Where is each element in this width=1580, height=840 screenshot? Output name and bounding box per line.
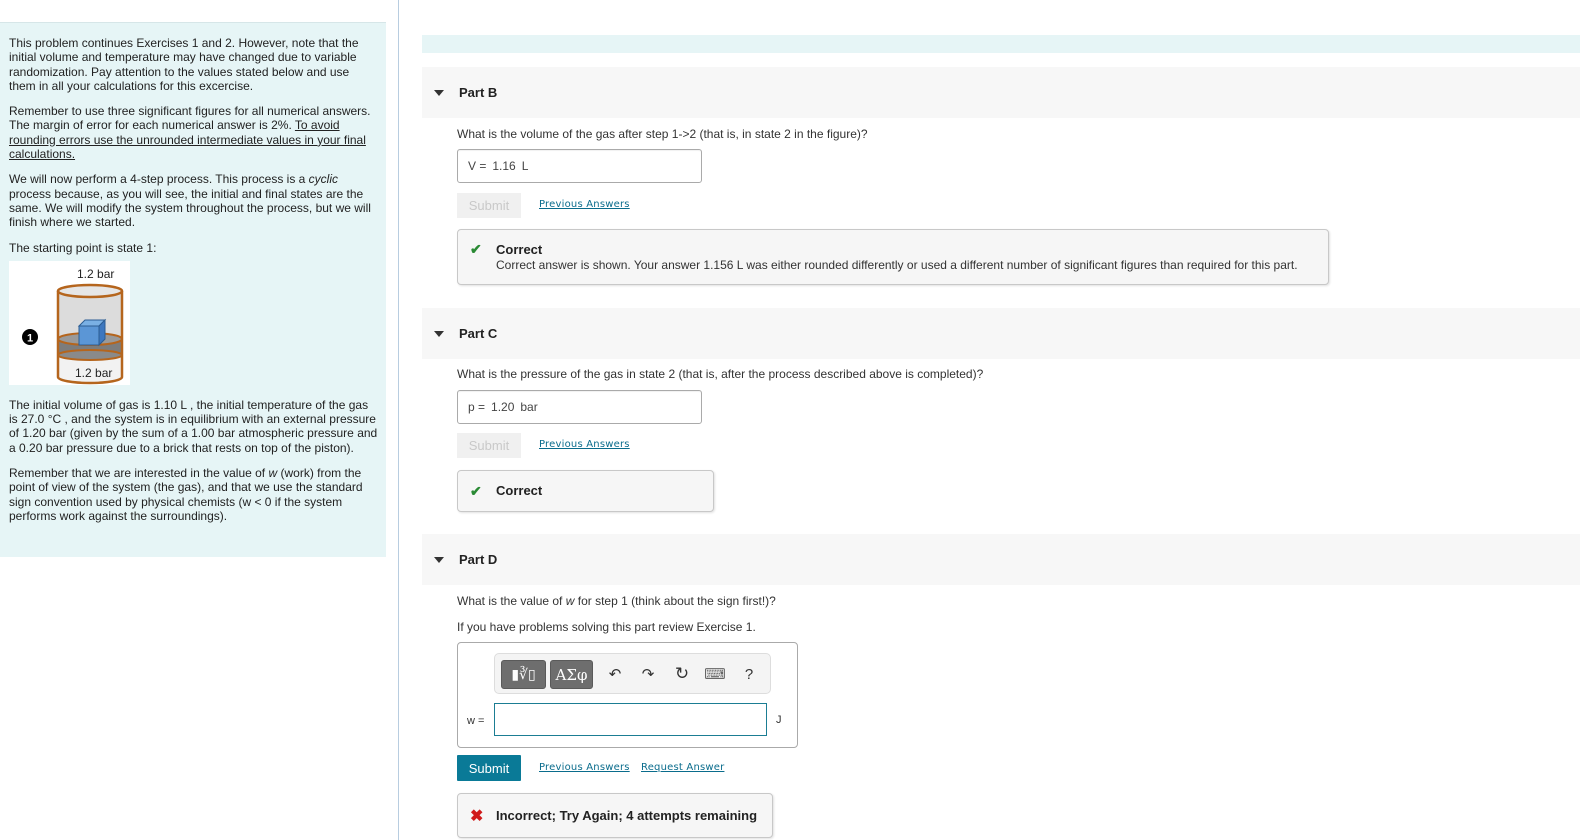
undo-icon[interactable]: ↶ <box>605 664 625 684</box>
part-d-question: What is the value of w for step 1 (think… <box>457 594 776 608</box>
redo-icon[interactable]: ↷ <box>638 664 658 684</box>
part-c-unit: bar <box>520 400 538 414</box>
w-variable-label: w = <box>467 715 485 727</box>
intro-paragraph-3: We will now perform a 4-step process. Th… <box>9 172 378 229</box>
templates-button[interactable]: ▮∛▯ <box>501 660 546 689</box>
checkmark-icon: ✔ <box>470 483 482 499</box>
incorrect-x-icon: ✖ <box>470 808 484 825</box>
request-answer-link[interactable]: Request Answer <box>641 762 724 773</box>
part-d-question-text-after: for step 1 (think about the sign first!)… <box>574 594 776 608</box>
part-d-previous-answers-link[interactable]: Previous Answers <box>539 762 630 773</box>
collapse-caret-icon[interactable] <box>434 89 444 96</box>
part-b-var: V = <box>468 159 487 173</box>
part-c-submit-button[interactable]: Submit <box>457 433 521 458</box>
gas-pressure-label: 1.2 bar <box>75 366 112 380</box>
problem-intro-panel: This problem continues Exercises 1 and 2… <box>0 22 386 557</box>
part-b-submit-button[interactable]: Submit <box>457 193 521 218</box>
intro-paragraph-6: Remember that we are interested in the v… <box>9 466 378 523</box>
part-b-feedback-title: Correct <box>496 242 543 257</box>
keyboard-icon[interactable]: ⌨ <box>704 664 726 684</box>
part-c-answer-field[interactable]: p = 1.20 bar <box>457 390 702 424</box>
part-b-value: 1.16 <box>492 159 516 173</box>
intro-p3-text: We will now perform a 4-step process. Th… <box>9 172 309 187</box>
collapse-caret-icon[interactable] <box>434 330 444 337</box>
checkmark-icon: ✔ <box>470 241 482 257</box>
part-b-previous-answers-link[interactable]: Previous Answers <box>539 199 630 210</box>
part-b-header[interactable]: Part B <box>422 67 1580 118</box>
part-c-header[interactable]: Part C <box>422 308 1580 359</box>
part-d-feedback-title: Incorrect; Try Again; 4 attempts remaini… <box>496 808 758 823</box>
part-b-title: Part B <box>459 85 498 100</box>
symbols-button[interactable]: ΑΣφ <box>550 660 593 689</box>
collapse-caret-icon[interactable] <box>434 556 444 563</box>
part-b-unit: L <box>521 159 529 173</box>
math-toolbar: ▮∛▯ ΑΣφ ↶ ↷ ↻ ⌨ ? <box>494 653 771 694</box>
top-pressure-label: 1.2 bar <box>77 267 114 281</box>
intro-p6-text: Remember that we are interested in the v… <box>9 466 269 481</box>
help-icon[interactable]: ? <box>739 664 759 684</box>
intro-paragraph-4: The starting point is state 1: <box>9 240 157 255</box>
part-c-var: p = <box>468 400 486 414</box>
intro-paragraph-5: The initial volume of gas is 1.10 L , th… <box>9 397 378 455</box>
intro-paragraph-1: This problem continues Exercises 1 and 2… <box>9 36 359 93</box>
panel-divider[interactable] <box>398 0 399 840</box>
part-b-feedback-text: Correct answer is shown. Your answer 1.1… <box>496 258 1298 272</box>
piston-cylinder-diagram: 1 1.2 bar 1.2 bar <box>22 267 124 385</box>
part-c-question: What is the pressure of the gas in state… <box>457 367 984 381</box>
part-d-question-text: What is the value of <box>457 594 566 608</box>
part-d-title: Part D <box>459 552 498 567</box>
part-c-previous-answers-link[interactable]: Previous Answers <box>539 439 630 450</box>
intro-p3-italic: cyclic <box>308 172 339 187</box>
intro-paragraph-2: Remember to use three significant figure… <box>9 104 378 161</box>
part-b-question: What is the volume of the gas after step… <box>457 127 868 141</box>
intro-p3-text-after: process because, as you will see, the in… <box>9 186 371 230</box>
part-b-answer-field[interactable]: V = 1.16 L <box>457 149 702 183</box>
state-1-figure: 1 1.2 bar 1.2 bar <box>9 260 130 385</box>
part-c-feedback: ✔ Correct <box>457 470 714 512</box>
part-d-hint: If you have problems solving this part r… <box>457 620 756 634</box>
part-c-value: 1.20 <box>491 400 515 414</box>
math-answer-editor: ▮∛▯ ΑΣφ ↶ ↷ ↻ ⌨ ? w = J <box>457 642 798 748</box>
w-answer-input[interactable] <box>494 703 767 736</box>
joule-unit-label: J <box>776 714 782 726</box>
part-b-feedback: ✔ Correct Correct answer is shown. Your … <box>457 229 1329 285</box>
part-d-feedback: ✖ Incorrect; Try Again; 4 attempts remai… <box>457 793 773 838</box>
top-band <box>422 35 1580 53</box>
reset-icon[interactable]: ↻ <box>672 664 692 684</box>
intro-p6-italic: w <box>268 466 278 481</box>
state-number: 1 <box>27 332 33 344</box>
part-d-submit-button[interactable]: Submit <box>457 755 521 781</box>
part-c-title: Part C <box>459 326 498 341</box>
part-c-feedback-title: Correct <box>496 483 543 498</box>
part-d-header[interactable]: Part D <box>422 534 1580 585</box>
